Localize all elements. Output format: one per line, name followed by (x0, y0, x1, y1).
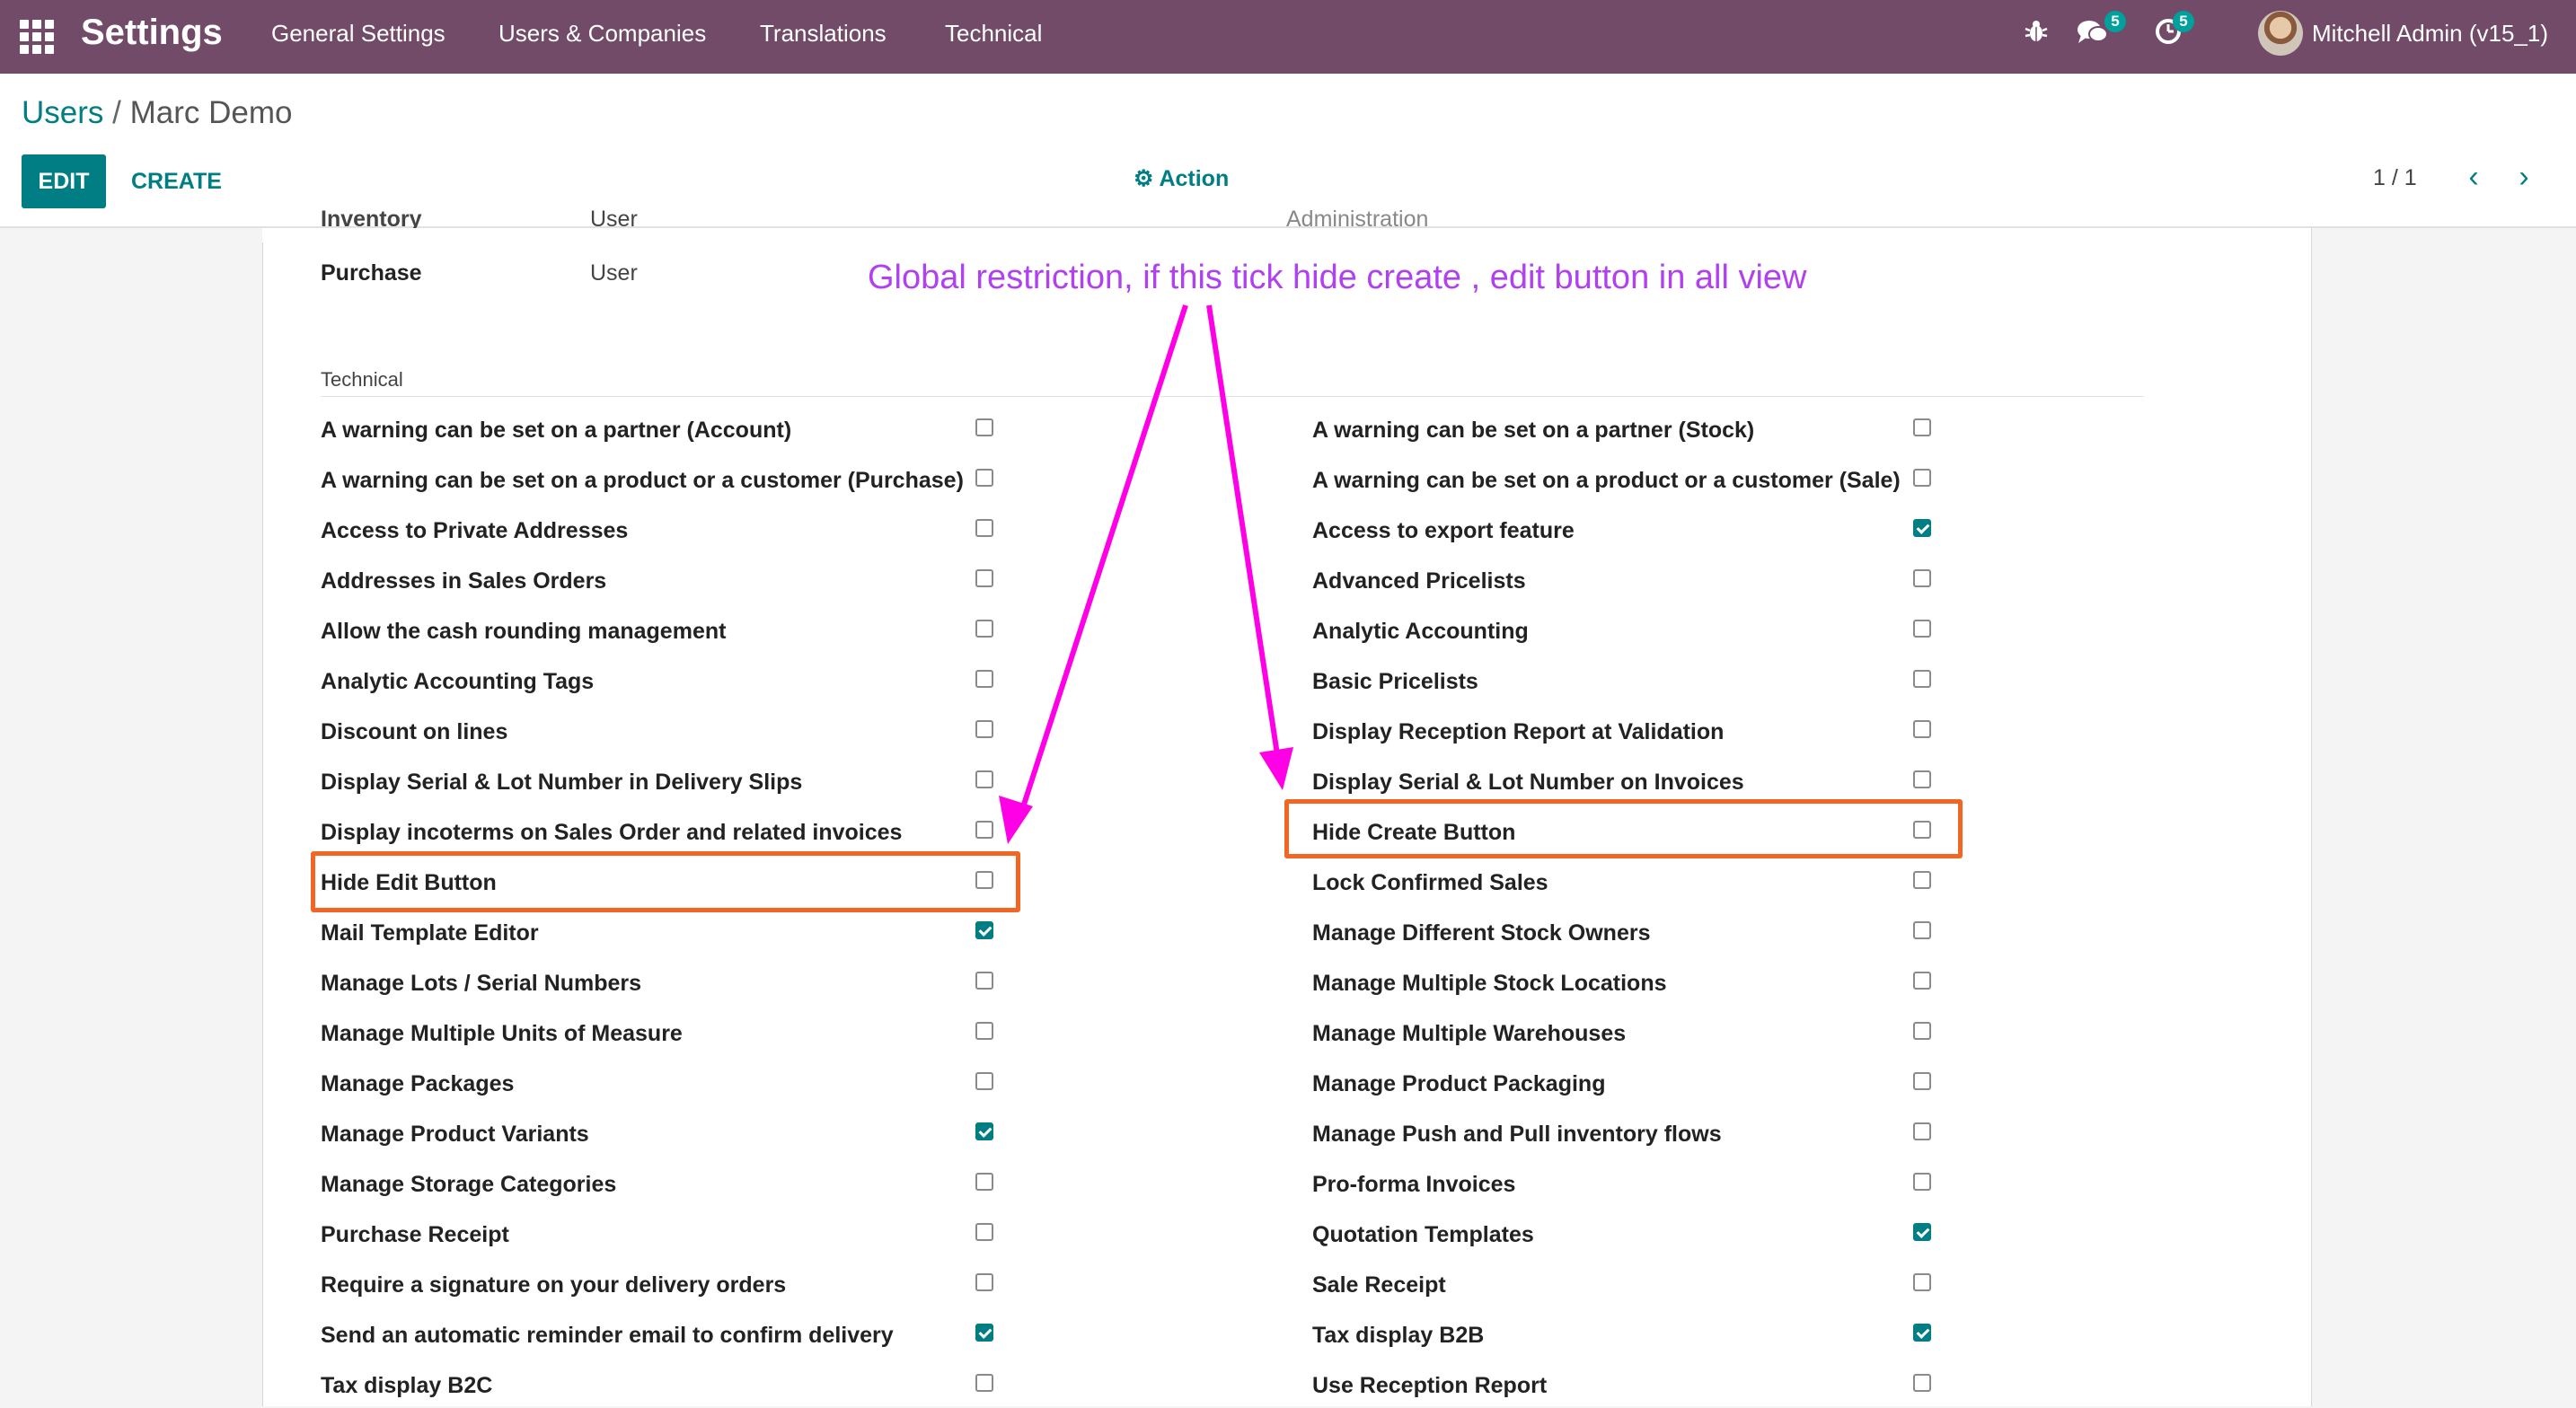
annotation-note: Global restriction, if this tick hide cr… (868, 259, 1807, 296)
annotation-arrows (999, 304, 1293, 844)
